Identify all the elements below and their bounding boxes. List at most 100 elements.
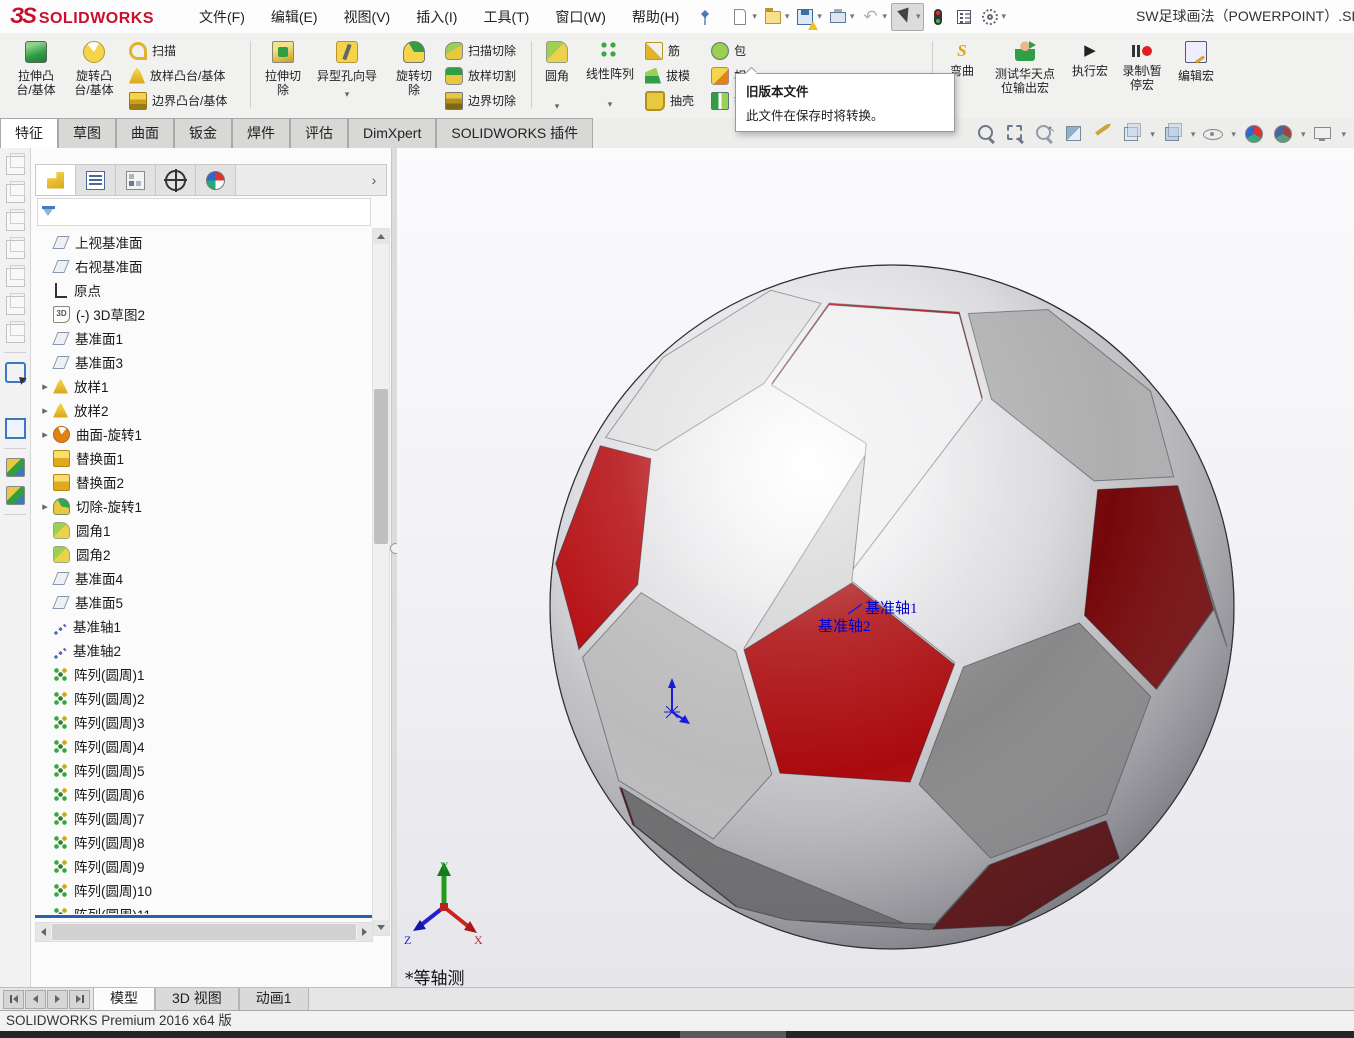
command-tab[interactable]: 焊件 [232,118,290,148]
view-orientation-icon[interactable] [1121,123,1143,145]
next-tab-button[interactable] [47,990,68,1009]
ghost-cube-icon[interactable] [6,184,25,203]
expand-arrow-icon[interactable]: ▸ [37,380,53,393]
select-button[interactable]: ▾ [891,3,924,31]
pin-menu-icon[interactable] [696,8,714,26]
edit-macro-button[interactable]: 编辑宏 [1170,38,1222,114]
feature-tree-item[interactable]: ▸ 圆角1 [35,518,373,542]
sweep-button[interactable]: 扫描 [126,38,248,63]
tree-horizontal-scrollbar[interactable] [35,922,373,942]
feature-tree-item[interactable]: ▸ 基准面5 [35,590,373,614]
display-style-icon[interactable] [1162,123,1184,145]
lofted-cut-button[interactable]: 放样切割 [442,63,530,88]
lofted-boss-button[interactable]: 放样凸台/基体 [126,63,248,88]
apply-scene-icon[interactable] [1272,123,1294,145]
display-pane-icon[interactable] [5,418,26,439]
previous-view-icon[interactable]: ↖ [1034,123,1056,145]
feature-tree-item[interactable]: ▸ 放样1 [35,374,373,398]
feature-tree-item[interactable]: ▸ 原点 [35,278,373,302]
extruded-boss-button[interactable]: 拉伸凸台/基体 [8,38,64,114]
hole-wizard-dropdown[interactable]: ▾ [308,89,386,100]
interference-check-button[interactable] [926,4,950,30]
select-bodies-alt-icon[interactable] [6,486,25,505]
feature-tree-item[interactable]: ▸ (-) 3D草图2 [35,302,373,326]
ghost-cube-icon[interactable] [6,296,25,315]
feature-tree-item[interactable]: ▸ 右视基准面 [35,254,373,278]
first-tab-button[interactable] [3,990,24,1009]
run-macro-button[interactable]: 执行宏 [1066,38,1114,114]
tab-configuration-manager[interactable] [116,165,156,195]
hide-show-items-icon[interactable] [1202,123,1224,145]
open-document-button[interactable]: ▾ [761,4,792,30]
sketch-visibility-icon[interactable] [1092,123,1114,145]
view-settings-icon[interactable] [1312,123,1334,145]
linear-pattern-button[interactable]: 线性阵列 ▾ [582,38,638,114]
tree-vertical-scrollbar[interactable] [372,228,390,936]
feature-tree-item[interactable]: ▸ 基准面1 [35,326,373,350]
datum-axis-2-label[interactable]: 基准轴2 [818,615,871,636]
feature-tree-item[interactable]: ▸ 阵列(圆周)10 [35,878,373,902]
command-tab[interactable]: 评估 [290,118,348,148]
section-view-icon[interactable] [1063,123,1085,145]
menu-item[interactable]: 窗口(W) [542,1,619,33]
feature-tree-item[interactable]: ▸ 阵列(圆周)4 [35,734,373,758]
ghost-cube-icon[interactable] [6,156,25,175]
graphics-viewport[interactable]: Y X Z 基准轴1 基准轴2 *等轴测 [397,148,1354,988]
new-document-button[interactable]: ▾ [728,4,759,30]
extruded-cut-button[interactable]: 拉伸切除 [257,38,309,114]
feature-tree-item[interactable]: ▸ 圆角2 [35,542,373,566]
select-bodies-icon[interactable] [6,458,25,477]
feature-tree-item[interactable]: ▸ 基准轴2 [35,638,373,662]
test-macro-button[interactable]: 测试华天点位输出宏 [988,38,1062,114]
scroll-down-button[interactable] [373,920,389,935]
menu-item[interactable]: 视图(V) [331,1,404,33]
command-tab[interactable]: SOLIDWORKS 插件 [436,118,593,148]
measure-wrench-icon[interactable] [7,392,24,409]
print-button[interactable]: ▾ [826,4,857,30]
undo-button[interactable]: ▾ [858,4,889,30]
feature-tree-item[interactable]: ▸ 阵列(圆周)2 [35,686,373,710]
feature-tree-item[interactable]: ▸ 基准面4 [35,566,373,590]
wrap-button[interactable]: 包 [708,38,778,63]
feature-tree-item[interactable]: ▸ 阵列(圆周)1 [35,662,373,686]
feature-tree-item[interactable]: ▸ 上视基准面 [35,230,373,254]
feature-tree-item[interactable]: ▸ 放样2 [35,398,373,422]
revolved-boss-button[interactable]: 旋转凸台/基体 [66,38,122,114]
revolved-cut-button[interactable]: 旋转切除 [388,38,440,114]
feature-tree-item[interactable]: ▸ 替换面2 [35,470,373,494]
scroll-right-button[interactable] [357,923,372,941]
feature-tree-item[interactable]: ▸ 基准轴1 [35,614,373,638]
feature-tree-item[interactable]: ▸ 阵列(圆周)6 [35,782,373,806]
expand-arrow-icon[interactable]: ▸ [37,500,53,513]
record-macro-button[interactable]: 录制\暂停宏 [1118,38,1166,114]
tab-property-manager[interactable] [76,165,116,195]
hide-show-dropdown[interactable]: ▾ [1231,129,1236,140]
edit-appearance-icon[interactable] [1243,123,1265,145]
rollback-bar[interactable] [35,915,373,918]
tab-appearance-manager[interactable] [196,165,236,195]
menu-item[interactable]: 文件(F) [186,1,258,33]
expand-arrow-icon[interactable]: ▸ [37,428,53,441]
command-tab[interactable]: 钣金 [174,118,232,148]
boundary-cut-button[interactable]: 边界切除 [442,88,530,113]
panel-expand-button[interactable]: › [362,165,386,195]
tab-feature-tree[interactable] [36,165,76,195]
menu-item[interactable]: 编辑(E) [258,1,331,33]
bottom-tab[interactable]: 模型 [93,988,155,1010]
feature-tree-item[interactable]: ▸ 阵列(圆周)7 [35,806,373,830]
rib-button[interactable]: 筋 [642,38,704,63]
hole-wizard-button[interactable]: 异型孔向导 ▾ [308,38,386,114]
command-tab[interactable]: DimXpert [348,118,436,148]
scroll-thumb[interactable] [374,389,388,544]
feature-tree-item[interactable]: ▸ 阵列(圆周)3 [35,710,373,734]
feature-tree-item[interactable]: ▸ 曲面-旋转1 [35,422,373,446]
save-button[interactable]: ▾ [793,4,824,30]
prev-tab-button[interactable] [25,990,46,1009]
command-tab[interactable]: 特征 [0,118,58,148]
apply-scene-dropdown[interactable]: ▾ [1301,129,1306,140]
ghost-cube-icon[interactable] [6,268,25,287]
menu-item[interactable]: 帮助(H) [619,1,692,33]
zoom-fit-icon[interactable] [976,123,998,145]
bottom-tab[interactable]: 动画1 [239,988,309,1010]
ghost-cube-icon[interactable] [6,240,25,259]
